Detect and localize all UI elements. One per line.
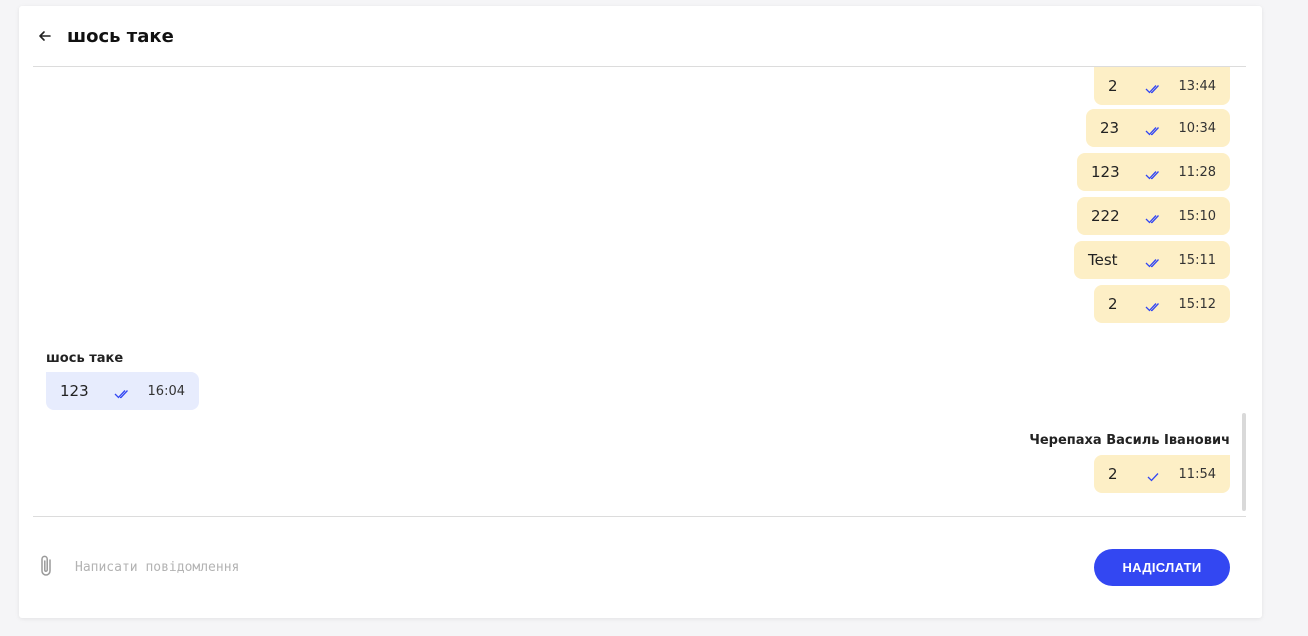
- message-text: 222: [1091, 207, 1120, 225]
- paperclip-icon[interactable]: [37, 554, 57, 578]
- send-button[interactable]: НАДІСЛАТИ: [1094, 549, 1230, 586]
- message-time: 11:54: [1178, 466, 1216, 482]
- double-check-icon: [1145, 122, 1163, 136]
- message-time: 15:11: [1178, 252, 1216, 268]
- back-arrow-icon[interactable]: [37, 28, 53, 44]
- message-bubble-outgoing[interactable]: 2 13:44: [1094, 67, 1230, 105]
- message-text: 123: [60, 382, 89, 400]
- double-check-icon: [1145, 298, 1163, 312]
- message-text: 2: [1108, 465, 1118, 483]
- message-sender-name: шось таке: [46, 351, 124, 366]
- chat-header: шось таке: [33, 6, 1246, 67]
- message-bubble-outgoing[interactable]: 2 15:12: [1094, 285, 1230, 323]
- message-bubble-outgoing[interactable]: 23 10:34: [1086, 109, 1230, 147]
- message-bubble-outgoing[interactable]: Test 15:11: [1074, 241, 1230, 279]
- message-text: 23: [1100, 119, 1120, 137]
- message-time: 10:34: [1178, 120, 1216, 136]
- message-list[interactable]: 2 13:44 23 10:34 123 11:28 222 15:10 Tes…: [33, 67, 1246, 516]
- message-time: 13:44: [1178, 78, 1216, 94]
- message-bubble-outgoing[interactable]: 123 11:28: [1077, 153, 1230, 191]
- message-bubble-outgoing[interactable]: 222 15:10: [1077, 197, 1230, 235]
- message-text: Test: [1088, 251, 1118, 269]
- message-time: 11:28: [1178, 164, 1216, 180]
- message-bubble-outgoing[interactable]: 2 11:54: [1094, 455, 1230, 493]
- chat-window: шось таке 2 13:44 23 10:34 123 11:28 222…: [19, 6, 1262, 618]
- message-time: 15:12: [1178, 296, 1216, 312]
- double-check-icon: [114, 385, 132, 399]
- message-bubble-incoming[interactable]: 123 16:04: [46, 372, 199, 410]
- single-check-icon: [1145, 468, 1163, 482]
- divider: [33, 516, 1246, 517]
- message-text: 123: [1091, 163, 1120, 181]
- message-text: 2: [1108, 77, 1118, 95]
- message-time: 15:10: [1178, 208, 1216, 224]
- double-check-icon: [1145, 80, 1163, 94]
- message-sender-name: Черепаха Василь Іванович: [1029, 433, 1230, 448]
- double-check-icon: [1145, 166, 1163, 180]
- scrollbar-thumb[interactable]: [1242, 413, 1246, 511]
- message-input[interactable]: [73, 554, 1077, 580]
- message-time: 16:04: [147, 383, 185, 399]
- message-text: 2: [1108, 295, 1118, 313]
- double-check-icon: [1145, 210, 1163, 224]
- double-check-icon: [1145, 254, 1163, 268]
- chat-title: шось таке: [67, 26, 174, 47]
